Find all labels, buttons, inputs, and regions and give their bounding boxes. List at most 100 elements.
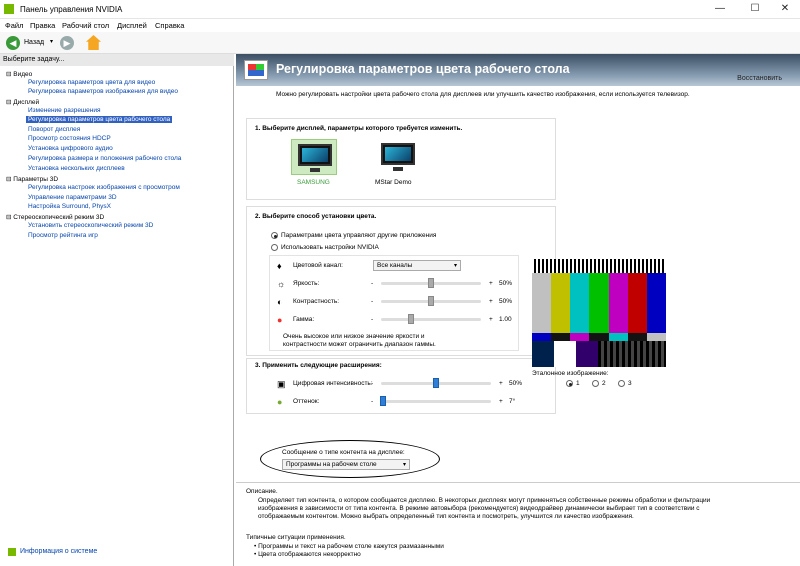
contrast-slider[interactable] — [381, 296, 481, 306]
toolbar: ◀ Назад ▾ ▶ — [0, 32, 800, 54]
brightness-thumb[interactable] — [428, 278, 434, 288]
tree-item-game-rating[interactable]: Просмотр рейтинга игр — [28, 232, 98, 239]
vibrance-value: 50% — [509, 380, 523, 387]
tree-category-stereo[interactable]: ⊟ Стереоскопический режим 3D — [6, 213, 104, 221]
tree-item-surround[interactable]: Настройка Surround, PhysX — [28, 203, 111, 210]
tree-item-3d-preview[interactable]: Регулировка настроек изображения с просм… — [28, 184, 180, 191]
divider — [236, 482, 800, 483]
close-button[interactable]: ✕ — [770, 0, 800, 18]
chevron-down-icon: ▾ — [453, 263, 457, 269]
task-sidebar: Выберите задачу... ⊟ Видео Регулировка п… — [0, 54, 234, 566]
hue-icon: ● — [277, 397, 283, 407]
tree-item-3d-manage[interactable]: Управление параметрами 3D — [28, 194, 117, 201]
page-title: Регулировка параметров цвета рабочего ст… — [276, 62, 570, 76]
gamma-warning: Очень высокое или низкое значение яркост… — [283, 333, 436, 348]
typical-title: Типичные ситуации применения. — [246, 534, 346, 541]
forward-arrow-icon[interactable]: ▶ — [60, 36, 74, 50]
gamma-label: Гамма: — [293, 316, 315, 323]
back-dropdown-icon[interactable]: ▾ — [50, 38, 53, 45]
minimize-button[interactable]: — — [705, 0, 735, 18]
nvidia-logo-icon — [4, 4, 14, 14]
display-select-section: 1. Выберите дисплей, параметры которого … — [246, 118, 556, 200]
tree-item-desktop-color[interactable]: Регулировка параметров цвета рабочего ст… — [26, 116, 173, 123]
tree-item-resolution[interactable]: Изменение разрешения — [28, 107, 101, 114]
reference-radio-3-label: 3 — [628, 380, 632, 387]
channel-select[interactable]: Все каналы ▾ — [373, 260, 461, 271]
content-type-select[interactable]: Программы на рабочем столе ▾ — [282, 459, 410, 470]
tree-category-video[interactable]: ⊟ Видео — [6, 70, 32, 78]
typical-item-1: • Программы и текст на рабочем столе каж… — [254, 543, 444, 550]
gamma-minus: - — [371, 316, 374, 323]
menu-desktop[interactable]: Рабочий стол — [62, 21, 109, 30]
brightness-label: Яркость: — [293, 280, 320, 287]
radio-other-apps-label[interactable]: Параметрами цвета управляют другие прило… — [281, 232, 436, 239]
brightness-icon: ☼ — [277, 279, 286, 289]
tree-item-size-position[interactable]: Регулировка размера и положения рабочего… — [28, 155, 181, 162]
maximize-button[interactable]: ☐ — [740, 0, 770, 18]
tree-item-stereo-set[interactable]: Установить стереоскопический режим 3D — [28, 222, 153, 229]
tree-category-display[interactable]: ⊟ Дисплей — [6, 98, 39, 106]
window-title: Панель управления NVIDIA — [20, 5, 123, 14]
gamma-value: 1.00 — [499, 316, 512, 323]
vibrance-plus: + — [499, 380, 503, 387]
reference-radio-2[interactable] — [592, 380, 599, 387]
main-panel: Регулировка параметров цвета рабочего ст… — [236, 54, 800, 566]
back-arrow-icon[interactable]: ◀ — [6, 36, 20, 50]
system-info-icon — [8, 548, 16, 556]
vibrance-thumb[interactable] — [433, 378, 439, 388]
brightness-slider[interactable] — [381, 278, 481, 288]
brightness-minus: - — [371, 280, 374, 287]
display-mstar[interactable] — [375, 139, 421, 175]
brightness-plus: + — [489, 280, 493, 287]
hue-slider[interactable] — [380, 396, 491, 406]
reference-radio-3[interactable] — [618, 380, 625, 387]
radio-other-apps[interactable] — [271, 232, 278, 239]
vibrance-slider[interactable] — [381, 378, 491, 388]
vibrance-minus: - — [371, 380, 374, 387]
reference-radio-1[interactable] — [566, 380, 573, 387]
color-channel-icon: ♦ — [277, 261, 282, 271]
system-info-link[interactable]: Информация о системе — [20, 548, 97, 555]
back-button-label[interactable]: Назад — [24, 39, 44, 46]
page-banner: Регулировка параметров цвета рабочего ст… — [236, 54, 800, 86]
enhancements-section: 3. Применить следующие расширения: ▣ Циф… — [246, 358, 556, 414]
tree-item-multi-display[interactable]: Установка нескольких дисплеев — [28, 165, 125, 172]
gamma-icon: ● — [277, 315, 283, 325]
tree-category-3d[interactable]: ⊟ Параметры 3D — [6, 175, 58, 183]
gamma-thumb[interactable] — [408, 314, 414, 324]
contrast-value: 50% — [499, 298, 513, 305]
gamma-slider[interactable] — [381, 314, 481, 324]
hue-label: Оттенок: — [293, 398, 320, 405]
page-intro: Можно регулировать настройки цвета рабоч… — [276, 91, 690, 98]
tree-item-video-image[interactable]: Регулировка параметров изображения для в… — [28, 88, 178, 95]
contrast-label: Контрастность: — [293, 298, 340, 305]
radio-nvidia-settings-label[interactable]: Использовать настройки NVIDIA — [281, 244, 379, 251]
contrast-plus: + — [489, 298, 493, 305]
hue-value: 7° — [509, 398, 516, 405]
menu-display[interactable]: Дисплей — [117, 21, 147, 30]
home-icon[interactable] — [86, 35, 101, 50]
restore-defaults-link[interactable]: Восстановить — [737, 75, 782, 82]
contrast-thumb[interactable] — [428, 296, 434, 306]
tree-item-audio[interactable]: Установка цифрового аудио — [28, 145, 113, 152]
radio-nvidia-settings[interactable] — [271, 244, 278, 251]
content-type-label: Сообщение о типе контента на дисплее: — [282, 449, 405, 456]
menu-help[interactable]: Справка — [155, 21, 184, 30]
reference-image — [532, 259, 666, 367]
sidebar-header: Выберите задачу... — [0, 54, 234, 66]
menu-edit[interactable]: Правка — [30, 21, 55, 30]
display-samsung[interactable] — [291, 139, 337, 175]
hue-thumb[interactable] — [380, 396, 387, 406]
menu-bar: Файл Правка Рабочий стол Дисплей Справка — [0, 19, 800, 32]
display-mstar-label: MStar Demo — [375, 179, 412, 186]
description-title: Описание. — [246, 488, 278, 495]
typical-item-2: • Цвета отображаются некорректно — [254, 551, 361, 558]
menu-file[interactable]: Файл — [5, 21, 23, 30]
contrast-minus: - — [371, 298, 374, 305]
contrast-icon: ◐ — [277, 297, 283, 307]
vibrance-label: Цифровая интенсивность: — [293, 380, 373, 387]
tree-item-rotate[interactable]: Поворот дисплея — [28, 126, 80, 133]
tree-item-video-color[interactable]: Регулировка параметров цвета для видео — [28, 79, 155, 86]
reference-label: Эталонное изображение: — [532, 370, 609, 377]
tree-item-hdcp[interactable]: Просмотр состояния HDCP — [28, 135, 111, 142]
